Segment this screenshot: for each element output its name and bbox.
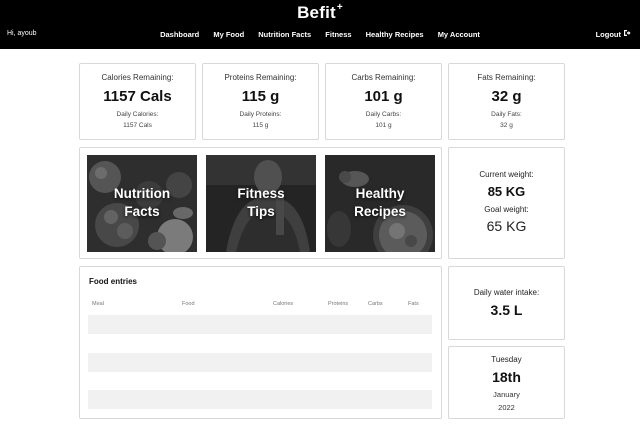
- food-entries-title: Food entries: [89, 277, 138, 286]
- date-day: 18th: [492, 369, 521, 385]
- fitness-tips-tile[interactable]: Fitness Tips: [206, 155, 316, 252]
- proteins-remaining-value: 115 g: [241, 88, 280, 105]
- calories-remaining-label: Calories Remaining:: [101, 73, 174, 82]
- column-food: Food: [182, 301, 195, 307]
- date-weekday: Tuesday: [491, 355, 522, 364]
- logout-arrow-icon: [623, 29, 631, 39]
- logout-button[interactable]: Logout: [596, 29, 631, 39]
- fats-remaining-label: Fats Remaining:: [477, 73, 536, 82]
- nutrition-facts-line1: Nutrition: [113, 186, 171, 201]
- goal-weight-label: Goal weight:: [484, 205, 529, 214]
- column-meal: Meal: [92, 301, 104, 307]
- date-year: 2022: [498, 403, 515, 412]
- daily-fats-value: 32 g: [500, 122, 513, 129]
- daily-proteins-label: Daily Proteins:: [239, 111, 282, 118]
- quick-links-card: Nutrition Facts Fitness Tips Healthy Rec…: [79, 147, 442, 259]
- nav-my-account[interactable]: My Account: [438, 30, 480, 39]
- calories-remaining-value: 1157 Cals: [103, 88, 172, 105]
- daily-fats-label: Daily Fats:: [491, 111, 522, 118]
- water-intake-value: 3.5 L: [490, 302, 523, 318]
- calories-card: Calories Remaining: 1157 Cals Daily Calo…: [79, 63, 196, 140]
- healthy-recipes-line1: Healthy: [355, 186, 405, 201]
- proteins-remaining-label: Proteins Remaining:: [224, 73, 297, 82]
- column-calories: Calories: [273, 301, 294, 307]
- table-row: [88, 353, 432, 372]
- nav-healthy-recipes[interactable]: Healthy Recipes: [366, 30, 424, 39]
- nav-dashboard[interactable]: Dashboard: [160, 30, 199, 39]
- nutrition-facts-tile[interactable]: Nutrition Facts: [87, 155, 197, 252]
- date-card: Tuesday 18th January 2022: [448, 346, 565, 419]
- nav-my-food[interactable]: My Food: [213, 30, 244, 39]
- date-month: January: [493, 390, 520, 399]
- food-entries-card: Food entries Meal Food Calories Proteins…: [79, 266, 442, 419]
- column-carbs: Carbs: [368, 301, 383, 307]
- fats-remaining-value: 32 g: [491, 88, 522, 105]
- daily-calories-value: 1157 Cals: [123, 122, 152, 129]
- nutrition-facts-line2: Facts: [124, 204, 160, 219]
- current-weight-value: 85 KG: [487, 184, 526, 199]
- carbs-remaining-value: 101 g: [364, 88, 403, 105]
- top-navbar: Befit+ Hi, ayoub Dashboard My Food Nutri…: [0, 0, 640, 49]
- water-intake-card: Daily water intake: 3.5 L: [448, 266, 565, 340]
- fitness-tips-line1: Fitness: [237, 186, 285, 201]
- healthy-recipes-tile[interactable]: Healthy Recipes: [325, 155, 435, 252]
- nav-nutrition-facts[interactable]: Nutrition Facts: [258, 30, 311, 39]
- healthy-recipes-line2: Recipes: [354, 204, 406, 219]
- water-intake-label: Daily water intake:: [473, 288, 540, 297]
- fats-card: Fats Remaining: 32 g Daily Fats: 32 g: [448, 63, 565, 140]
- daily-carbs-label: Daily Carbs:: [365, 111, 402, 118]
- daily-proteins-value: 115 g: [252, 122, 269, 129]
- column-fats: Fats: [408, 301, 419, 307]
- healthy-recipes-tile-label: Healthy Recipes: [325, 185, 435, 221]
- main-nav: Dashboard My Food Nutrition Facts Fitnes…: [0, 30, 640, 39]
- carbs-card: Carbs Remaining: 101 g Daily Carbs: 101 …: [325, 63, 442, 140]
- nutrition-facts-tile-label: Nutrition Facts: [87, 185, 197, 221]
- logout-label: Logout: [595, 29, 621, 39]
- table-row: [88, 390, 432, 409]
- goal-weight-value: 65 KG: [486, 218, 527, 234]
- current-weight-label: Current weight:: [479, 170, 534, 179]
- weight-card: Current weight: 85 KG Goal weight: 65 KG: [448, 147, 565, 259]
- fitness-tips-line2: Tips: [247, 204, 275, 219]
- fitness-tips-tile-label: Fitness Tips: [206, 185, 316, 221]
- table-row: [88, 315, 432, 334]
- brand-plus-icon: +: [336, 2, 343, 13]
- column-proteins: Proteins: [328, 301, 349, 307]
- nav-fitness[interactable]: Fitness: [325, 30, 351, 39]
- brand-logo[interactable]: Befit+: [0, 2, 640, 23]
- proteins-card: Proteins Remaining: 115 g Daily Proteins…: [202, 63, 319, 140]
- daily-calories-label: Daily Calories:: [116, 111, 159, 118]
- brand-name: Befit: [297, 3, 336, 22]
- daily-carbs-value: 101 g: [375, 122, 392, 129]
- carbs-remaining-label: Carbs Remaining:: [351, 73, 416, 82]
